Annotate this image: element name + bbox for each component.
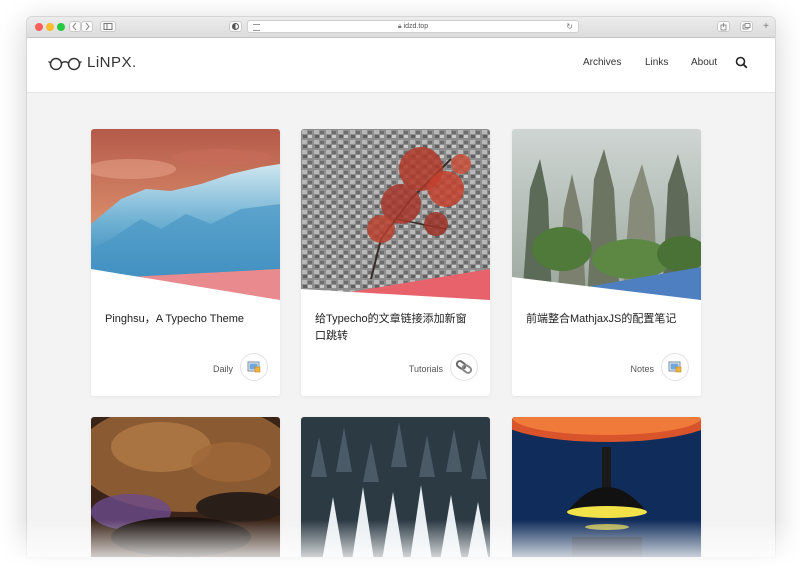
glasses-logo-icon[interactable] — [48, 57, 84, 71]
browser-toolbar: 🔒︎ idzd.top ↻ + — [27, 17, 775, 38]
bottom-fade — [0, 520, 800, 588]
forward-button[interactable] — [81, 21, 93, 32]
sidebar-button[interactable] — [100, 21, 116, 32]
browser-window: 🔒︎ idzd.top ↻ + LiNPX. Archives Links Ab… — [26, 16, 776, 558]
post-card[interactable]: 前端整合MathjaxJS的配置笔记 Notes — [512, 129, 701, 396]
share-icon — [720, 23, 727, 31]
site-logo-text[interactable]: LiNPX. — [87, 54, 137, 71]
post-title[interactable]: Pinghsu，A Typecho Theme — [105, 311, 265, 328]
share-button[interactable] — [717, 21, 730, 32]
picture-icon[interactable] — [240, 353, 268, 381]
close-window-button[interactable] — [35, 23, 43, 31]
post-thumbnail-mountains — [512, 129, 701, 300]
minimize-window-button[interactable] — [46, 23, 54, 31]
privacy-report-button[interactable] — [229, 21, 242, 32]
tabs-overview-button[interactable] — [740, 21, 753, 32]
lock-icon: 🔒︎ — [397, 23, 402, 30]
post-title[interactable]: 给Typecho的文章链接添加新窗口跳转 — [315, 311, 475, 345]
post-thumbnail-glacier — [91, 129, 280, 300]
link-icon[interactable] — [450, 353, 478, 381]
nav-archives[interactable]: Archives — [583, 57, 621, 68]
address-bar[interactable]: 🔒︎ idzd.top ↻ — [247, 20, 579, 33]
search-icon[interactable] — [735, 56, 748, 69]
post-category[interactable]: Daily — [213, 364, 233, 374]
tabs-icon — [742, 23, 751, 30]
back-button[interactable] — [69, 21, 81, 32]
post-card[interactable]: 给Typecho的文章链接添加新窗口跳转 Tutorials — [301, 129, 490, 396]
chevron-right-icon — [85, 22, 90, 31]
post-card[interactable]: Pinghsu，A Typecho Theme Daily — [91, 129, 280, 396]
reload-icon[interactable]: ↻ — [566, 21, 573, 32]
new-tab-button[interactable]: + — [760, 21, 772, 33]
zoom-window-button[interactable] — [57, 23, 65, 31]
picture-icon[interactable] — [661, 353, 689, 381]
nav-links[interactable]: Links — [645, 57, 668, 68]
site-header: LiNPX. Archives Links About — [27, 38, 775, 93]
nav-about[interactable]: About — [691, 57, 717, 68]
post-category[interactable]: Tutorials — [409, 364, 443, 374]
post-category[interactable]: Notes — [630, 364, 654, 374]
post-title[interactable]: 前端整合MathjaxJS的配置笔记 — [526, 311, 686, 328]
url-text: idzd.top — [403, 23, 429, 30]
post-thumbnail-red-tree — [301, 129, 490, 300]
sidebar-icon — [103, 23, 113, 30]
half-circle-icon — [232, 23, 239, 30]
chevron-left-icon — [72, 22, 77, 31]
